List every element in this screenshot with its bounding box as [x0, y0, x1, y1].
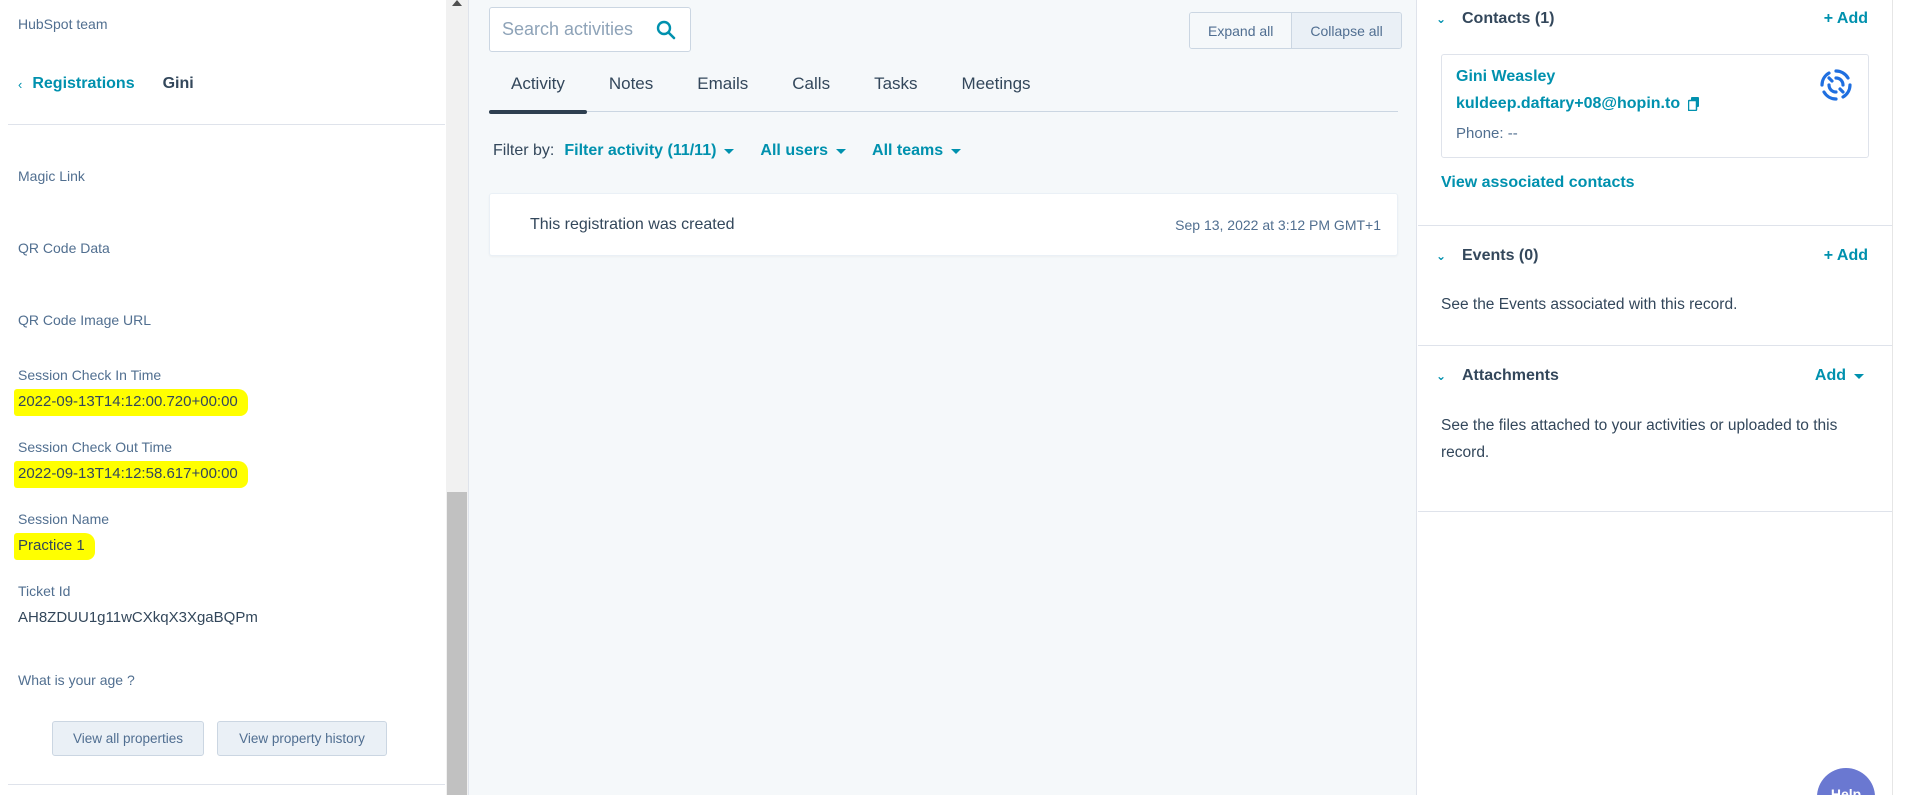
- scrollbar-thumb[interactable]: [447, 492, 467, 795]
- activity-tabs: Activity Notes Emails Calls Tasks Meetin…: [489, 70, 1398, 114]
- contact-name-link[interactable]: Gini Weasley: [1456, 68, 1555, 86]
- events-title: Events (0): [1462, 247, 1539, 264]
- search-icon[interactable]: [656, 20, 676, 40]
- caret-down-icon: [724, 148, 735, 154]
- filter-label: Filter by:: [493, 142, 555, 159]
- contacts-section-header[interactable]: ⌄ Contacts (1): [1436, 10, 1554, 28]
- all-teams-label: All teams: [872, 142, 944, 159]
- attachments-title: Attachments: [1462, 367, 1559, 384]
- view-associated-contacts-link[interactable]: View associated contacts: [1441, 174, 1635, 192]
- property-label: Session Check In Time: [18, 367, 162, 383]
- attachments-description-line2: record.: [1441, 444, 1490, 461]
- team-label: HubSpot team: [18, 16, 108, 32]
- caret-down-icon: [951, 148, 962, 154]
- filter-bar: Filter by: Filter activity (11/11) All u…: [493, 142, 987, 160]
- tab-activity[interactable]: Activity: [489, 70, 587, 114]
- attachments-section-header[interactable]: ⌄ Attachments: [1436, 367, 1559, 385]
- breadcrumb: ‹ Registrations Gini: [18, 75, 194, 93]
- scroll-up-arrow-icon[interactable]: [452, 0, 462, 6]
- property-value[interactable]: 2022-09-13T14:12:58.617+00:00: [14, 461, 248, 488]
- divider: [1418, 345, 1892, 346]
- property-value[interactable]: AH8ZDUU1g11wCXkqX3XgaBQPm: [18, 609, 258, 626]
- contact-card: Gini Weasley kuldeep.daftary+08@hopin.to…: [1441, 54, 1869, 158]
- property-label: Magic Link: [18, 168, 85, 184]
- tab-tasks[interactable]: Tasks: [852, 70, 939, 112]
- breadcrumb-current: Gini: [162, 75, 194, 92]
- divider: [1418, 225, 1892, 226]
- divider: [8, 124, 445, 125]
- breadcrumb-parent-link[interactable]: Registrations: [32, 75, 134, 93]
- events-description: See the Events associated with this reco…: [1441, 296, 1738, 313]
- expand-collapse-group: Expand all Collapse all: [1189, 12, 1402, 49]
- activity-text: This registration was created: [530, 216, 735, 233]
- highlighted-value: Practice 1: [14, 533, 95, 560]
- tab-notes[interactable]: Notes: [587, 70, 675, 112]
- caret-down-icon: [836, 148, 847, 154]
- events-section-header[interactable]: ⌄ Events (0): [1436, 247, 1538, 265]
- add-contact-link[interactable]: + Add: [1824, 10, 1868, 28]
- activity-card[interactable]: This registration was created Sep 13, 20…: [489, 193, 1398, 256]
- chevron-down-icon: ⌄: [1436, 12, 1447, 26]
- property-label: QR Code Data: [18, 240, 110, 256]
- contact-email-link[interactable]: kuldeep.daftary+08@hopin.to: [1456, 95, 1700, 113]
- property-value[interactable]: 2022-09-13T14:12:00.720+00:00: [14, 389, 248, 416]
- all-teams-dropdown[interactable]: All teams: [872, 142, 962, 160]
- avatar: [1820, 69, 1852, 101]
- attachments-description-line1: See the files attached to your activitie…: [1441, 417, 1838, 434]
- chevron-left-icon[interactable]: ‹: [18, 77, 22, 92]
- associations-panel: ⌄ Contacts (1) + Add Gini Weasley kuldee…: [1418, 0, 1892, 795]
- tab-emails[interactable]: Emails: [675, 70, 770, 112]
- highlighted-value: 2022-09-13T14:12:58.617+00:00: [14, 461, 248, 488]
- tab-calls[interactable]: Calls: [770, 70, 852, 112]
- caret-down-icon: [1854, 373, 1864, 379]
- filter-activity-dropdown[interactable]: Filter activity (11/11): [564, 142, 735, 160]
- divider: [1418, 511, 1892, 512]
- property-label: Session Check Out Time: [18, 439, 173, 455]
- property-label: Session Name: [18, 511, 110, 527]
- contacts-title: Contacts (1): [1462, 10, 1555, 27]
- property-label: QR Code Image URL: [18, 312, 152, 328]
- view-property-history-button[interactable]: View property history: [217, 721, 387, 756]
- search-box[interactable]: [489, 7, 691, 52]
- chevron-down-icon: ⌄: [1436, 249, 1447, 263]
- activity-date: Sep 13, 2022 at 3:12 PM GMT+1: [1175, 217, 1381, 233]
- all-users-label: All users: [760, 142, 829, 159]
- copy-icon[interactable]: [1688, 97, 1700, 111]
- record-sidebar: HubSpot team ‹ Registrations Gini Magic …: [0, 0, 446, 795]
- contact-phone: Phone: --: [1456, 125, 1518, 142]
- property-label: Ticket Id: [18, 583, 71, 599]
- property-label: What is your age ?: [18, 672, 135, 688]
- add-attachment-label: Add: [1814, 367, 1846, 384]
- all-users-dropdown[interactable]: All users: [760, 142, 847, 160]
- add-attachment-dropdown[interactable]: Add: [1815, 367, 1864, 385]
- divider: [8, 784, 445, 785]
- activity-panel: Expand all Collapse all Activity Notes E…: [468, 0, 1417, 795]
- tab-meetings[interactable]: Meetings: [940, 70, 1053, 112]
- property-value[interactable]: Practice 1: [14, 533, 95, 560]
- search-input[interactable]: [502, 19, 652, 40]
- expand-all-button[interactable]: Expand all: [1190, 13, 1292, 48]
- highlighted-value: 2022-09-13T14:12:00.720+00:00: [14, 389, 248, 416]
- contact-email: kuldeep.daftary+08@hopin.to: [1456, 95, 1681, 112]
- collapse-all-button[interactable]: Collapse all: [1291, 13, 1401, 48]
- view-all-properties-button[interactable]: View all properties: [52, 721, 204, 756]
- window-edge: [1892, 0, 1907, 795]
- chevron-down-icon: ⌄: [1436, 369, 1447, 383]
- add-event-link[interactable]: + Add: [1824, 247, 1868, 265]
- filter-activity-label: Filter activity (11/11): [564, 142, 717, 159]
